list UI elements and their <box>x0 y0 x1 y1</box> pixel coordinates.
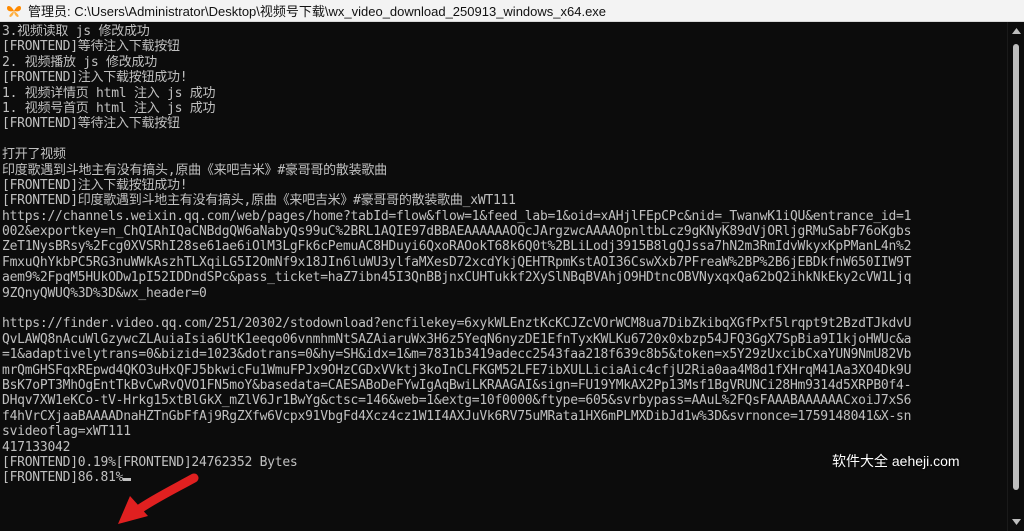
console-line: mrQmGHSFqxREpwd4QKO3uHxQFJ5bkwicFu1WmuFP… <box>2 362 912 378</box>
console-line: aem9%2FpqM5HUkODw1pI52IDDndSPc&pass_tick… <box>2 270 912 286</box>
console-line: https://channels.weixin.qq.com/web/pages… <box>2 208 912 224</box>
console-line: ZeT1NysBRsy%2Fcg0XVSRhI28se61ae6iOlM3LgF… <box>2 239 912 255</box>
red-arrow-annotation-icon <box>118 473 199 524</box>
console-line: [FRONTEND]注入下载按钮成功! <box>2 70 188 86</box>
console-line: [FRONTEND]注入下载按钮成功! <box>2 177 188 193</box>
window-titlebar[interactable]: 管理员: C:\Users\Administrator\Desktop\视频号下… <box>0 0 1024 22</box>
console-line: 1. 视频详情页 html 注入 js 成功 <box>2 85 216 101</box>
watermark-text: 软件大全 aeheji.com <box>832 453 960 469</box>
console-line: =1&adaptivelytrans=0&bizid=1023&dotrans=… <box>2 347 912 363</box>
vertical-scrollbar[interactable] <box>1007 22 1024 531</box>
console-line: 打开了视频 <box>2 147 66 163</box>
watermark: 软件大全 aeheji.com <box>832 451 960 471</box>
console-line: 印度歌遇到斗地主有没有搞头,原曲《来吧吉米》#豪哥哥的散装歌曲 <box>2 162 387 178</box>
console-line: 9ZQnyQWUQ%3D%3D&wx_header=0 <box>2 285 207 301</box>
console-line: DHqv7XW1eKCo-tV-Hrkg15xtBlGkX_mZlV6Jr1Bw… <box>2 393 912 409</box>
console-line: QvLAWQ8nAcuWlGzywcZLAuiaIsia6UtK1eeqo06v… <box>2 331 912 347</box>
console-line: f4hVrCXjaaBAAAADnaHZTnGbFfAj9RgZXfw6Vcpx… <box>2 408 912 424</box>
butterfly-app-icon <box>6 3 22 19</box>
console-line: 3.视频读取 js 修改成功 <box>2 24 150 39</box>
console-line: BsK7oPT3MhOgEntTkBvCwRvQVO1FN5moY&baseda… <box>2 377 912 393</box>
window-title: 管理员: C:\Users\Administrator\Desktop\视频号下… <box>28 4 607 19</box>
scroll-down-arrow-icon[interactable] <box>1008 515 1024 529</box>
scrollbar-thumb[interactable] <box>1013 44 1019 490</box>
console-line: 2. 视频播放 js 修改成功 <box>2 54 158 70</box>
console-line: [FRONTEND]印度歌遇到斗地主有没有搞头,原曲《来吧吉米》#豪哥哥的散装歌… <box>2 193 516 209</box>
console-line: [FRONTEND]等待注入下载按钮 <box>2 39 180 55</box>
console-line: 1. 视频号首页 html 注入 js 成功 <box>2 100 216 116</box>
console-line: [FRONTEND]等待注入下载按钮 <box>2 116 180 132</box>
console-line: FmxuQhYkbPC5RG3nuWWkAszhTLXqiLG5I2OmNf9x… <box>2 254 912 270</box>
scroll-up-arrow-icon[interactable] <box>1008 24 1024 38</box>
console-line: svideoflag=xWT111 <box>2 424 131 440</box>
console-line: 002&exportkey=n_ChQIAhIQaCNBdgQW6aNabyQs… <box>2 224 912 240</box>
console-line: https://finder.video.qq.com/251/20302/st… <box>2 316 912 332</box>
